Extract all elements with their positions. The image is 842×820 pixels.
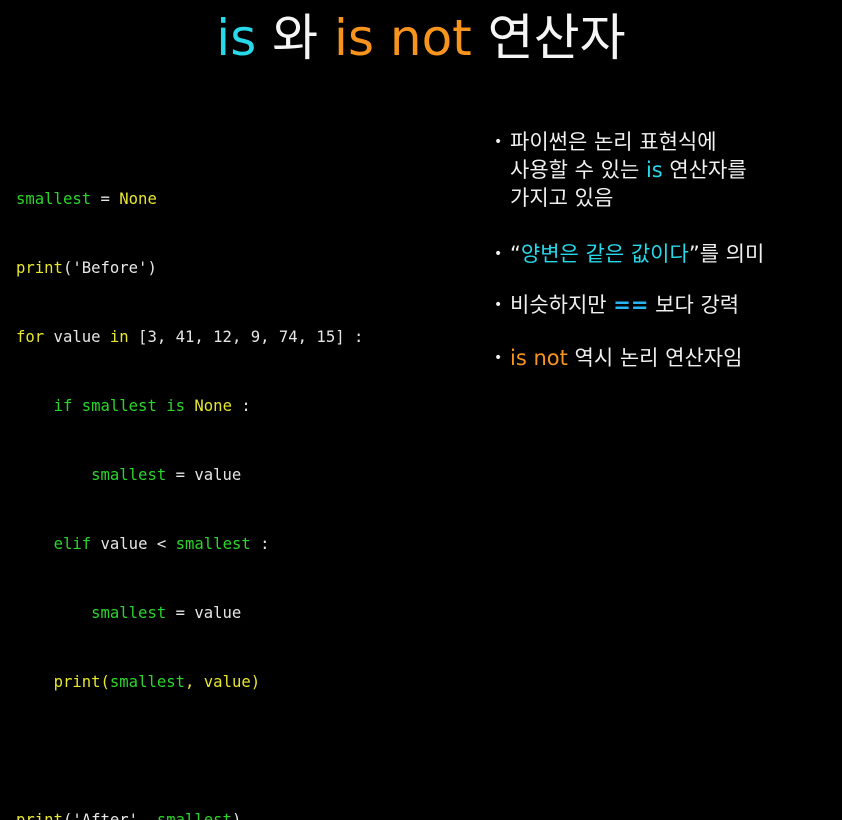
bullet-item-is-operator: • 파이썬은 논리 표현식에 사용할 수 있는 is 연산자를 가지고 있음 bbox=[494, 128, 834, 212]
title-wa: 와 bbox=[256, 9, 335, 67]
code-token: ( bbox=[100, 673, 110, 691]
bullet-item-is-not: • is not 역시 논리 연산자임 bbox=[494, 344, 834, 372]
bullet-text: ”를 의미 bbox=[688, 242, 765, 266]
bullet-dot-icon: • bbox=[494, 134, 503, 150]
bullet-text: “ bbox=[510, 242, 521, 266]
bullet-text: 연산자를 bbox=[662, 158, 747, 182]
code-line-4: if smallest is None : bbox=[16, 395, 363, 418]
code-line-6: elif value < smallest : bbox=[16, 533, 363, 556]
bullet-1-line-1: 파이썬은 논리 표현식에 bbox=[510, 130, 717, 154]
code-token: value bbox=[44, 328, 110, 346]
code-token: in bbox=[109, 328, 129, 346]
code-line-3: for value in [3, 41, 12, 9, 74, 15] : bbox=[16, 326, 363, 349]
slide-title: is 와 is not 연산자 bbox=[0, 6, 842, 70]
code-token: : bbox=[250, 535, 270, 553]
bullet-list: • 파이썬은 논리 표현식에 사용할 수 있는 is 연산자를 가지고 있음 •… bbox=[494, 128, 834, 372]
bullet-item-stronger: • 비슷하지만 == 보다 강력 bbox=[494, 291, 834, 319]
bullet-text: 비슷하지만 bbox=[510, 293, 614, 317]
code-token: None bbox=[194, 397, 232, 415]
code-token: smallest bbox=[91, 466, 167, 484]
bullet-1-line-3: 가지고 있음 bbox=[510, 186, 614, 210]
code-token: value < bbox=[91, 535, 176, 553]
bullet-text: 사용할 수 있는 bbox=[510, 158, 646, 182]
code-line-8: print(smallest, value) bbox=[16, 671, 363, 694]
bullet-highlight-equals: == bbox=[613, 293, 649, 317]
bullet-dot-icon: • bbox=[494, 246, 503, 262]
code-token: = value bbox=[166, 466, 242, 484]
bullet-highlight-quote: 양변은 같은 값이다 bbox=[520, 242, 689, 266]
code-line-1: smallest = None bbox=[16, 188, 363, 211]
code-line-7: smallest = value bbox=[16, 602, 363, 625]
title-is-not: is not bbox=[334, 9, 472, 67]
bullet-1-line-2: 사용할 수 있는 is 연산자를 bbox=[510, 156, 834, 184]
bullet-dot-icon: • bbox=[494, 297, 503, 313]
code-token: ('Before') bbox=[62, 259, 157, 277]
code-token: smallest bbox=[72, 397, 167, 415]
bullet-dot-icon: • bbox=[494, 350, 503, 366]
code-block: smallest = None print('Before') for valu… bbox=[16, 142, 363, 820]
title-is: is bbox=[216, 9, 257, 67]
code-token: elif bbox=[53, 535, 92, 553]
code-line-10: print('After', smallest) bbox=[16, 809, 363, 820]
code-token: ) bbox=[231, 811, 242, 820]
code-token: = bbox=[91, 190, 120, 208]
bullet-highlight-is-not: is not bbox=[510, 346, 568, 370]
code-token: smallest bbox=[175, 535, 251, 553]
bullet-text: 보다 강력 bbox=[648, 293, 740, 317]
code-token: smallest bbox=[156, 811, 232, 820]
code-token: smallest bbox=[91, 604, 167, 622]
code-token: for bbox=[16, 328, 45, 346]
bullet-item-meaning: • “양변은 같은 값이다”를 의미 bbox=[494, 240, 834, 268]
code-token: smallest bbox=[16, 190, 92, 208]
code-token: if bbox=[53, 397, 73, 415]
code-token: [3, 41, 12, 9, 74, 15] : bbox=[128, 328, 364, 346]
code-token: , value) bbox=[185, 673, 261, 691]
code-token: is bbox=[166, 397, 186, 415]
code-token: print bbox=[53, 673, 101, 691]
code-token: print bbox=[16, 259, 63, 277]
code-token: smallest bbox=[109, 673, 186, 691]
code-token: ('After', bbox=[62, 811, 157, 820]
code-token: : bbox=[231, 397, 251, 415]
code-line-2: print('Before') bbox=[16, 257, 363, 280]
bullet-highlight-is: is bbox=[645, 158, 663, 182]
code-token: None bbox=[119, 190, 157, 208]
title-operator: 연산자 bbox=[471, 9, 626, 67]
code-line-5: smallest = value bbox=[16, 464, 363, 487]
code-token: print bbox=[16, 811, 63, 820]
code-token: = value bbox=[166, 604, 242, 622]
bullet-text: 역시 논리 연산자임 bbox=[567, 346, 743, 370]
